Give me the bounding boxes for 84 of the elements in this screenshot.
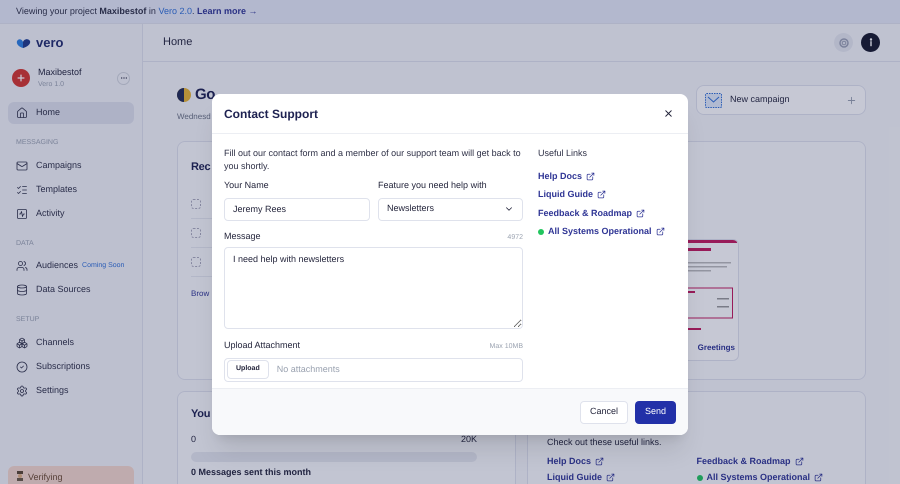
item-label: Settings bbox=[36, 384, 69, 397]
greeting-date: Wednesd bbox=[177, 110, 212, 122]
dialog-title: Contact Support bbox=[224, 106, 319, 122]
logo-icon bbox=[16, 38, 32, 48]
external-link-icon bbox=[794, 456, 804, 466]
logo-text: vero bbox=[36, 34, 64, 52]
boxes-icon bbox=[16, 336, 28, 348]
card-title: Rec bbox=[191, 160, 210, 175]
external-link[interactable]: Help Docs bbox=[547, 454, 696, 468]
field-label: Message bbox=[224, 230, 261, 243]
workspace-menu-button[interactable] bbox=[117, 72, 130, 84]
browse-link[interactable]: Brow bbox=[191, 288, 210, 300]
check-circle-icon bbox=[16, 360, 28, 372]
sidebar-item[interactable]: Settings bbox=[8, 380, 134, 402]
sidebar-item[interactable]: Campaigns bbox=[8, 154, 134, 176]
external-link[interactable]: Feedback & Roadmap bbox=[696, 454, 846, 468]
external-link[interactable]: All Systems Operational bbox=[696, 471, 846, 484]
envelope-icon bbox=[705, 92, 722, 108]
intro-text: Fill out our contact form and a member of our support team will get back to you shortly. bbox=[224, 147, 522, 173]
sidebar-item[interactable]: Templates bbox=[8, 178, 134, 200]
moon-icon bbox=[177, 88, 191, 102]
mail-icon bbox=[16, 160, 28, 172]
settings-icon bbox=[16, 384, 28, 396]
checklist-icon bbox=[16, 184, 28, 196]
item-label: Data Sources bbox=[36, 283, 91, 296]
home-icon bbox=[16, 107, 28, 119]
attachment-placeholder: No attachments bbox=[276, 362, 340, 376]
external-link-icon bbox=[656, 227, 665, 236]
user-avatar[interactable] bbox=[861, 33, 880, 52]
sidebar-item[interactable]: Channels bbox=[8, 332, 134, 354]
message-field[interactable]: I need help with newsletters bbox=[224, 247, 523, 329]
placeholder-icon bbox=[191, 198, 201, 208]
close-icon bbox=[662, 108, 674, 119]
send-button[interactable]: Send bbox=[634, 400, 676, 424]
external-link[interactable]: Help Docs bbox=[538, 170, 665, 183]
cancel-button[interactable]: Cancel bbox=[580, 400, 628, 424]
users-icon bbox=[16, 260, 28, 272]
usage-min: 0 bbox=[191, 432, 196, 446]
sidebar-item[interactable]: Activity bbox=[8, 202, 134, 224]
feature-select[interactable]: Newsletters bbox=[378, 198, 523, 220]
external-link-icon bbox=[814, 473, 824, 482]
field-label: Your Name bbox=[224, 179, 270, 192]
external-link[interactable]: Liquid Guide bbox=[547, 471, 696, 484]
learn-more-link[interactable]: Learn more → bbox=[197, 6, 258, 16]
plus-icon bbox=[16, 73, 26, 83]
usage-caption: 0 Messages sent this month bbox=[191, 466, 312, 479]
placeholder-icon bbox=[191, 256, 201, 266]
ring-icon bbox=[838, 38, 848, 48]
sidebar-item[interactable]: Data Sources bbox=[8, 279, 134, 301]
external-link-icon bbox=[595, 456, 604, 466]
sidebar-item[interactable]: Home bbox=[8, 102, 134, 124]
template-name: Greetings bbox=[698, 342, 736, 354]
external-link-icon bbox=[586, 172, 596, 181]
plus-icon bbox=[846, 94, 857, 106]
links-intro: Check out these useful links. bbox=[547, 436, 663, 449]
external-link-icon bbox=[636, 208, 646, 218]
new-campaign-button[interactable]: New campaign bbox=[696, 85, 866, 115]
field-label: Feature you need help with bbox=[378, 179, 488, 192]
external-link[interactable]: Liquid Guide bbox=[538, 188, 665, 202]
item-label: Home bbox=[36, 106, 60, 120]
name-field[interactable]: Jeremy Rees bbox=[224, 198, 370, 220]
card-title: You bbox=[191, 407, 210, 422]
database-icon bbox=[16, 284, 28, 296]
item-label: Templates bbox=[36, 182, 78, 196]
usage-max: 20K bbox=[460, 432, 477, 446]
item-label: Audiences bbox=[36, 259, 78, 272]
external-link[interactable]: Feedback & Roadmap bbox=[538, 206, 665, 220]
sidebar-item[interactable]: Subscriptions bbox=[8, 356, 134, 378]
banner-message: Viewing your project Maxibestof in Vero 2.0. Learn more → bbox=[16, 4, 258, 18]
activity-icon bbox=[16, 208, 28, 220]
external-link[interactable]: All Systems Operational bbox=[538, 225, 665, 238]
links-title: Useful Links bbox=[538, 147, 588, 160]
page-title: Home bbox=[163, 35, 194, 50]
field-label: Upload Attachment bbox=[224, 339, 300, 352]
placeholder-icon bbox=[191, 228, 201, 238]
workspace-name: Maxibestof bbox=[38, 66, 83, 79]
external-link-icon bbox=[606, 473, 615, 482]
item-label: Activity bbox=[36, 206, 65, 220]
greeting-title: Go bbox=[195, 85, 216, 105]
external-link-icon bbox=[597, 190, 606, 200]
item-label: Channels bbox=[36, 336, 74, 349]
item-label: Subscriptions bbox=[36, 360, 90, 373]
verifying-label: Verifying bbox=[28, 471, 63, 484]
item-label: Campaigns bbox=[36, 158, 82, 172]
